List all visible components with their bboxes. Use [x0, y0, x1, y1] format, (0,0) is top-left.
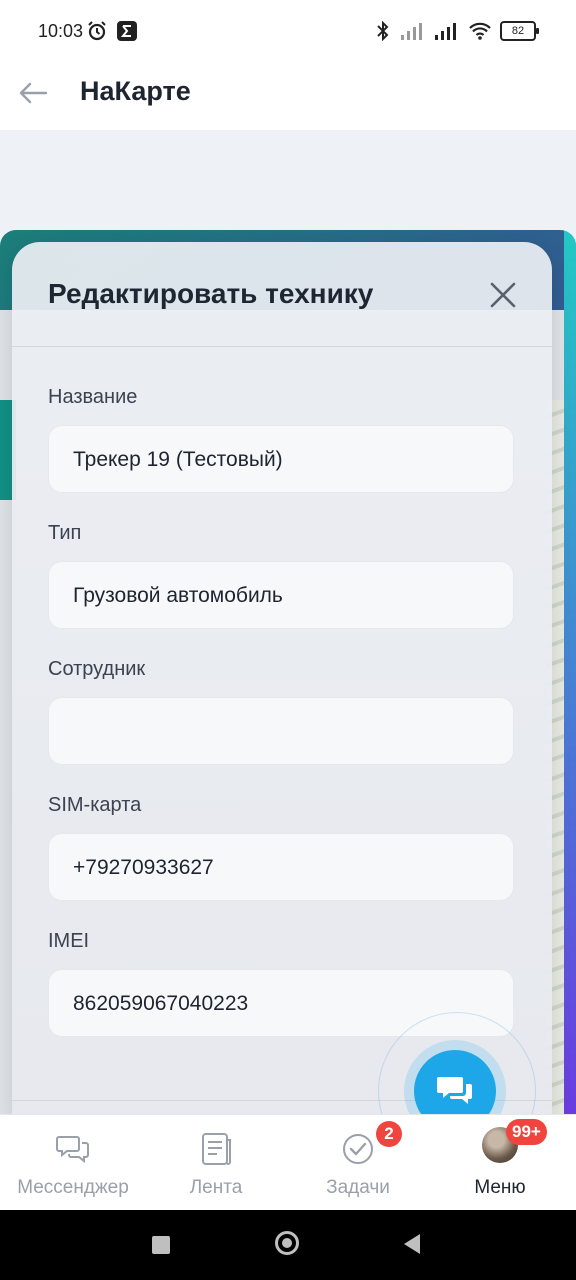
edit-vehicle-dialog: Редактировать технику Название Трекер 19… — [12, 242, 552, 1122]
field-label-type: Тип — [48, 522, 82, 544]
page-title: НаКарте — [80, 76, 191, 106]
name-field[interactable]: Трекер 19 (Тестовый) — [48, 425, 514, 493]
alarm-icon — [88, 21, 106, 41]
app-header: НаКарте — [0, 62, 576, 130]
tab-label: Задачи — [326, 1177, 390, 1198]
signal-icon-2 — [435, 23, 456, 40]
status-time: 10:03 — [38, 21, 84, 41]
tab-label: Мессенджер — [17, 1177, 129, 1198]
type-field[interactable]: Грузовой автомобиль — [48, 561, 514, 629]
employee-field[interactable] — [48, 697, 514, 765]
check-circle-icon — [343, 1134, 373, 1164]
dialog-title: Редактировать технику — [48, 278, 374, 309]
background-rim — [564, 230, 576, 1114]
battery-icon: 82 — [500, 21, 539, 41]
feed-icon — [202, 1133, 231, 1165]
tab-menu[interactable]: Меню 99+ — [428, 1115, 572, 1211]
signal-icon — [401, 23, 422, 40]
wifi-icon — [469, 22, 491, 40]
chat-bubbles-icon — [56, 1136, 89, 1164]
bottom-tab-bar: Мессенджер Лента Задачи 2 Меню 99+ — [0, 1114, 576, 1211]
tab-feed[interactable]: Лента — [144, 1115, 288, 1211]
home-icon[interactable] — [275, 1231, 299, 1255]
field-label-sim: SIM-карта — [48, 794, 142, 816]
recents-icon[interactable] — [152, 1236, 170, 1254]
tasks-badge: 2 — [376, 1121, 402, 1147]
field-label-imei: IMEI — [48, 930, 90, 952]
sim-card-field[interactable]: +79270933627 — [48, 833, 514, 901]
field-label-employee: Сотрудник — [48, 658, 146, 680]
back-icon[interactable] — [404, 1234, 420, 1254]
field-label-name: Название — [48, 386, 138, 408]
divider — [12, 346, 552, 347]
tab-messenger[interactable]: Мессенджер — [1, 1115, 145, 1211]
chat-icon — [437, 1077, 472, 1104]
back-arrow-icon[interactable] — [16, 76, 50, 110]
tab-label: Лента — [189, 1177, 243, 1198]
status-bar: 10:03 82 — [0, 0, 576, 62]
bluetooth-icon — [377, 20, 389, 42]
menu-badge: 99+ — [506, 1119, 547, 1145]
tab-tasks[interactable]: Задачи 2 — [286, 1115, 430, 1211]
tab-label: Меню — [474, 1177, 526, 1198]
sigma-app-icon — [117, 21, 137, 41]
close-icon[interactable] — [486, 278, 520, 312]
